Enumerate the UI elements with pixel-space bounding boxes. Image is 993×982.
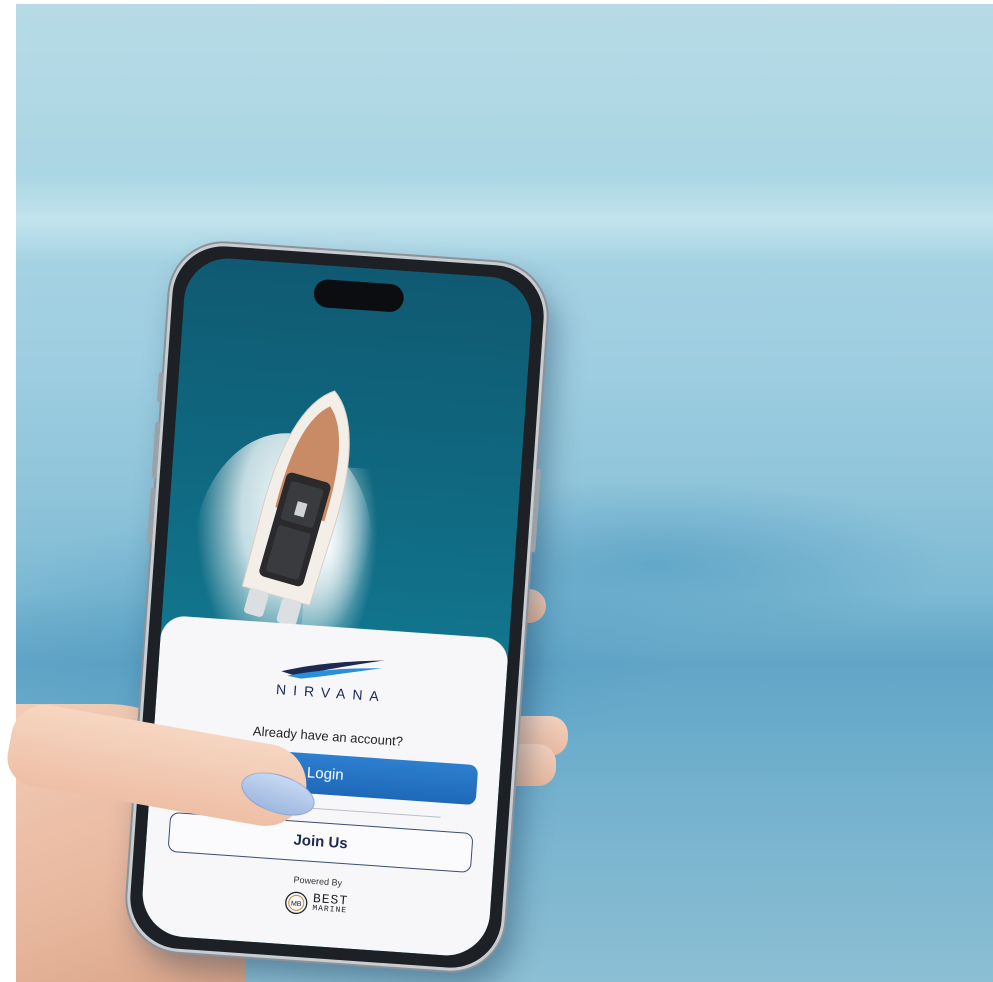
partner-name: BEST MARINE — [311, 891, 349, 916]
smartphone: NIRVANA Already have an account? Login J… — [123, 239, 551, 975]
svg-text:MB: MB — [291, 901, 302, 909]
best-marine-logo-icon: MB — [285, 891, 308, 915]
join-us-button[interactable]: Join Us — [167, 811, 474, 873]
divider-line — [298, 806, 441, 818]
phone-screen: NIRVANA Already have an account? Login J… — [139, 255, 535, 959]
phone-mute-switch — [156, 372, 164, 403]
dynamic-island — [312, 278, 405, 313]
nirvana-logo-icon — [281, 660, 385, 679]
background-haze-top — [16, 174, 993, 264]
partner-name-line2: MARINE — [311, 904, 348, 916]
